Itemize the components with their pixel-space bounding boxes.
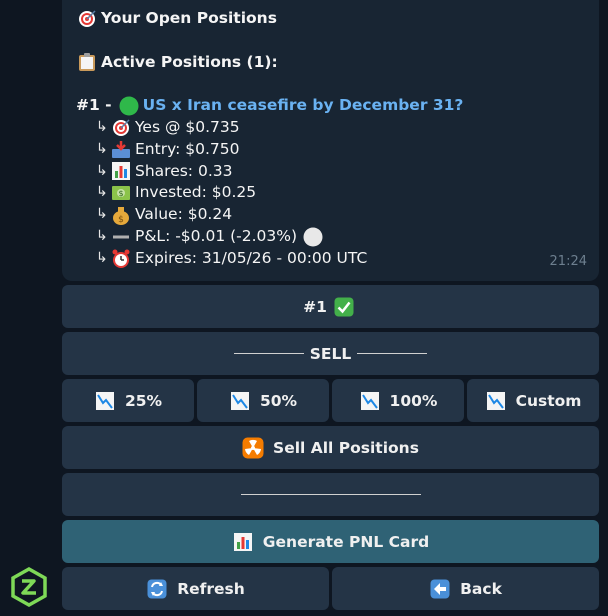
- app-logo: [8, 566, 50, 608]
- separator-line: [357, 353, 428, 354]
- back-button[interactable]: Back: [332, 567, 599, 610]
- positions-message: Your Open Positions Active Positions (1)…: [62, 0, 599, 281]
- position-select-button[interactable]: #1: [62, 285, 599, 328]
- chart-decreasing-icon: [359, 391, 381, 411]
- chart-decreasing-icon: [485, 391, 507, 411]
- logo-icon: [11, 567, 47, 607]
- separator-line: [233, 353, 304, 354]
- detail-row: ↳ $ Value: $0.24: [96, 205, 233, 226]
- chart-decreasing-icon: [229, 391, 251, 411]
- clipboard-icon: [76, 52, 98, 72]
- message-header: Your Open Positions: [76, 8, 585, 30]
- chart-decreasing-icon: [94, 391, 116, 411]
- detail-row: ↳ Entry: $0.750: [96, 139, 240, 160]
- market-link[interactable]: US x Iran ceasefire by December 31?: [143, 95, 464, 117]
- svg-text:$: $: [118, 189, 123, 198]
- separator-line: [240, 494, 421, 495]
- divider-button[interactable]: [62, 473, 599, 516]
- svg-text:$: $: [118, 215, 124, 225]
- detail-row: ↳ Yes @ $0.735: [96, 117, 240, 138]
- sell-25-button[interactable]: 25%: [62, 379, 194, 422]
- check-mark-icon: [333, 297, 355, 317]
- detail-row: ↳ Expires: 31/05/26 - 00:00 UTC: [96, 248, 368, 269]
- target-icon: [76, 9, 98, 29]
- dollar-banknote-icon: $: [110, 183, 132, 203]
- generate-pnl-card-button[interactable]: Generate PNL Card: [62, 520, 599, 563]
- detail-row: ↳ P&L: -$0.01 (-2.03%): [76, 226, 585, 248]
- green-circle-icon: [118, 96, 140, 116]
- minus-icon: [110, 227, 132, 247]
- sell-100-button[interactable]: 100%: [332, 379, 464, 422]
- alarm-clock-icon: [110, 249, 132, 269]
- radioactive-icon: [242, 437, 264, 458]
- inbox-tray-icon: [110, 140, 132, 160]
- back-arrow-icon: [429, 579, 451, 599]
- bar-chart-icon: [110, 161, 132, 181]
- active-positions-label: Active Positions (1):: [76, 52, 585, 74]
- detail-row: ↳ $ Invested: $0.25: [96, 183, 257, 203]
- white-circle-icon: [302, 227, 324, 247]
- detail-row: ↳ Shares: 0.33: [96, 161, 233, 181]
- refresh-icon: [146, 579, 168, 599]
- message-time: 21:24: [549, 254, 587, 270]
- position-title: #1 - US x Iran ceasefire by December 31?: [76, 95, 585, 117]
- sell-header-button[interactable]: SELL: [62, 332, 599, 375]
- refresh-button[interactable]: Refresh: [62, 567, 329, 610]
- target-icon: [110, 118, 132, 138]
- bar-chart-icon: [232, 532, 254, 552]
- sell-50-button[interactable]: 50%: [197, 379, 329, 422]
- sell-custom-button[interactable]: Custom: [467, 379, 599, 422]
- money-bag-icon: $: [110, 205, 132, 226]
- sell-all-button[interactable]: Sell All Positions: [62, 426, 599, 469]
